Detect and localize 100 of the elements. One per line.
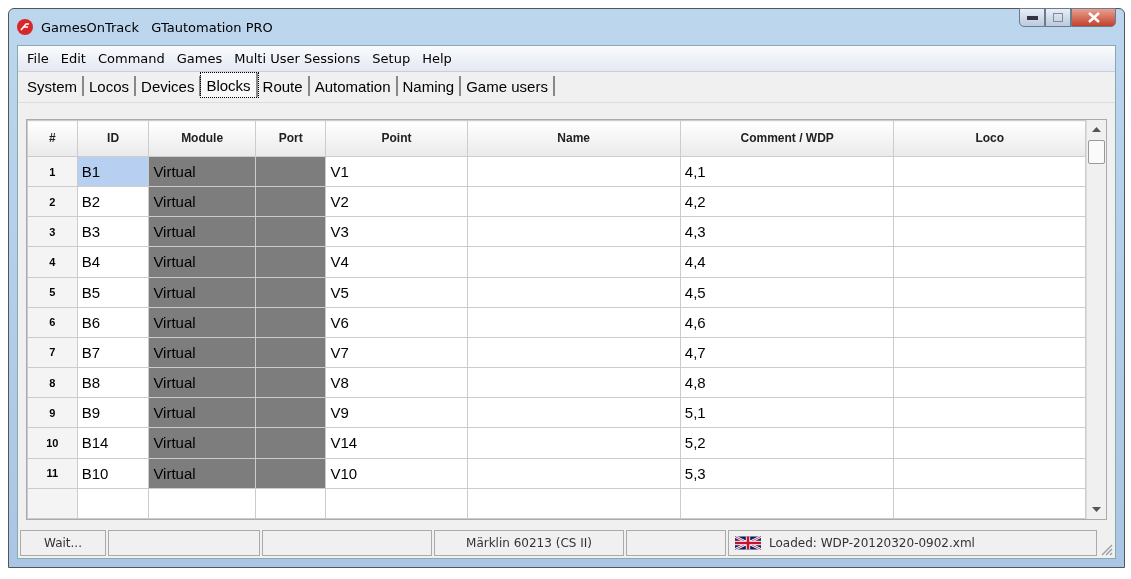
column-header[interactable]: Point (325, 120, 467, 157)
tab[interactable]: Blocks (201, 73, 258, 97)
minimize-button[interactable] (1019, 8, 1045, 27)
table-cell: V7 (325, 337, 467, 368)
table-cell (255, 186, 326, 217)
scrollbar[interactable] (1086, 120, 1106, 519)
table-cell: Virtual (148, 156, 256, 187)
table-cell[interactable]: B6 (77, 307, 149, 338)
menu-item[interactable]: Help (417, 49, 457, 68)
table-cell: Virtual (148, 337, 256, 368)
tab[interactable]: System (22, 76, 84, 96)
scroll-up-icon[interactable] (1092, 126, 1101, 132)
table-cell: 4,4 (680, 246, 894, 278)
menu-item[interactable]: Multi User Sessions (229, 49, 366, 68)
row-number: 2 (27, 186, 78, 217)
column-header[interactable]: Port (255, 120, 326, 157)
menu-item[interactable]: Edit (55, 49, 91, 68)
resize-grip-icon[interactable] (1099, 542, 1113, 556)
table-cell (255, 246, 326, 278)
row-number: 4 (27, 246, 78, 278)
menu-item[interactable]: Command (92, 49, 170, 68)
menu-item[interactable]: Games (171, 49, 228, 68)
tab[interactable]: Locos (84, 76, 137, 96)
table-cell[interactable]: B14 (77, 427, 149, 458)
table-cell: V4 (325, 246, 467, 278)
close-icon (1087, 12, 1100, 23)
tab[interactable]: Automation (309, 76, 398, 96)
table-cell: 4,7 (680, 337, 894, 368)
tab[interactable]: Route (257, 76, 310, 96)
table-cell[interactable]: B8 (77, 367, 149, 398)
table-cell: 4,3 (680, 216, 894, 247)
table-cell: Virtual (148, 427, 256, 458)
row-number: 5 (27, 277, 78, 308)
table-cell: V2 (325, 186, 467, 217)
table-cell: V6 (325, 307, 467, 338)
table-cell[interactable]: B4 (77, 246, 149, 278)
table-cell: Virtual (148, 367, 256, 398)
flag-icon (735, 536, 761, 550)
maximize-icon (1053, 13, 1063, 22)
table-cell[interactable]: B9 (77, 397, 149, 428)
table-cell: 4,1 (680, 156, 894, 187)
table-cell (255, 337, 326, 368)
table-cell: Virtual (148, 397, 256, 428)
row-number: 1 (27, 156, 78, 187)
row-number: 8 (27, 367, 78, 398)
table-cell (255, 307, 326, 338)
column-header[interactable]: Module (148, 120, 256, 157)
table-cell[interactable]: B7 (77, 337, 149, 368)
table-cell (255, 488, 326, 519)
table-cell: V9 (325, 397, 467, 428)
column-header[interactable]: Name (467, 120, 681, 157)
table-cell[interactable]: B5 (77, 277, 149, 308)
table-cell: 4,6 (680, 307, 894, 338)
status-text: Loaded: WDP-20120320-0902.xml (769, 536, 975, 550)
table-cell: V10 (325, 458, 467, 489)
menu-item[interactable]: Setup (367, 49, 416, 68)
table-cell (255, 277, 326, 308)
table-cell: 5,3 (680, 458, 894, 489)
tab[interactable]: Naming (397, 76, 462, 96)
table-cell (255, 458, 326, 489)
table-cell: 4,8 (680, 367, 894, 398)
row-number: 7 (27, 337, 78, 368)
table-cell: V8 (325, 367, 467, 398)
table-cell (255, 216, 326, 247)
scroll-down-icon[interactable] (1092, 507, 1101, 513)
table-cell[interactable]: B2 (77, 186, 149, 217)
column-header[interactable]: ID (77, 120, 149, 157)
status-text: Wait... (20, 530, 106, 556)
table-cell (255, 427, 326, 458)
table-cell[interactable]: B1 (77, 156, 149, 187)
table-cell[interactable]: B10 (77, 458, 149, 489)
table-cell: Virtual (148, 216, 256, 247)
table-cell (255, 367, 326, 398)
scroll-thumb[interactable] (1088, 140, 1105, 164)
table-cell: V3 (325, 216, 467, 247)
table-cell: 5,2 (680, 427, 894, 458)
maximize-button[interactable] (1045, 8, 1071, 27)
table-cell (255, 397, 326, 428)
table-cell: V1 (325, 156, 467, 187)
row-number: 9 (27, 397, 78, 428)
close-button[interactable] (1071, 8, 1116, 27)
tab[interactable]: Game users (461, 76, 555, 96)
table-cell: V14 (325, 427, 467, 458)
column-header[interactable]: Comment / WDP (680, 120, 894, 157)
minimize-icon (1026, 15, 1038, 20)
column-header[interactable]: # (27, 120, 78, 157)
row-number: 11 (27, 458, 78, 489)
table-cell: Virtual (148, 186, 256, 217)
table-cell: Virtual (148, 307, 256, 338)
table-cell[interactable]: B3 (77, 216, 149, 247)
table-cell: V5 (325, 277, 467, 308)
row-number: 3 (27, 216, 78, 247)
table-cell: 5,1 (680, 397, 894, 428)
app-logo-icon (17, 19, 33, 35)
menu-item[interactable]: File (22, 49, 54, 68)
table-cell: Virtual (148, 246, 256, 278)
column-header[interactable]: Loco (893, 120, 1086, 157)
table-cell: 4,5 (680, 277, 894, 308)
row-number: 6 (27, 307, 78, 338)
table-cell: 4,2 (680, 186, 894, 217)
